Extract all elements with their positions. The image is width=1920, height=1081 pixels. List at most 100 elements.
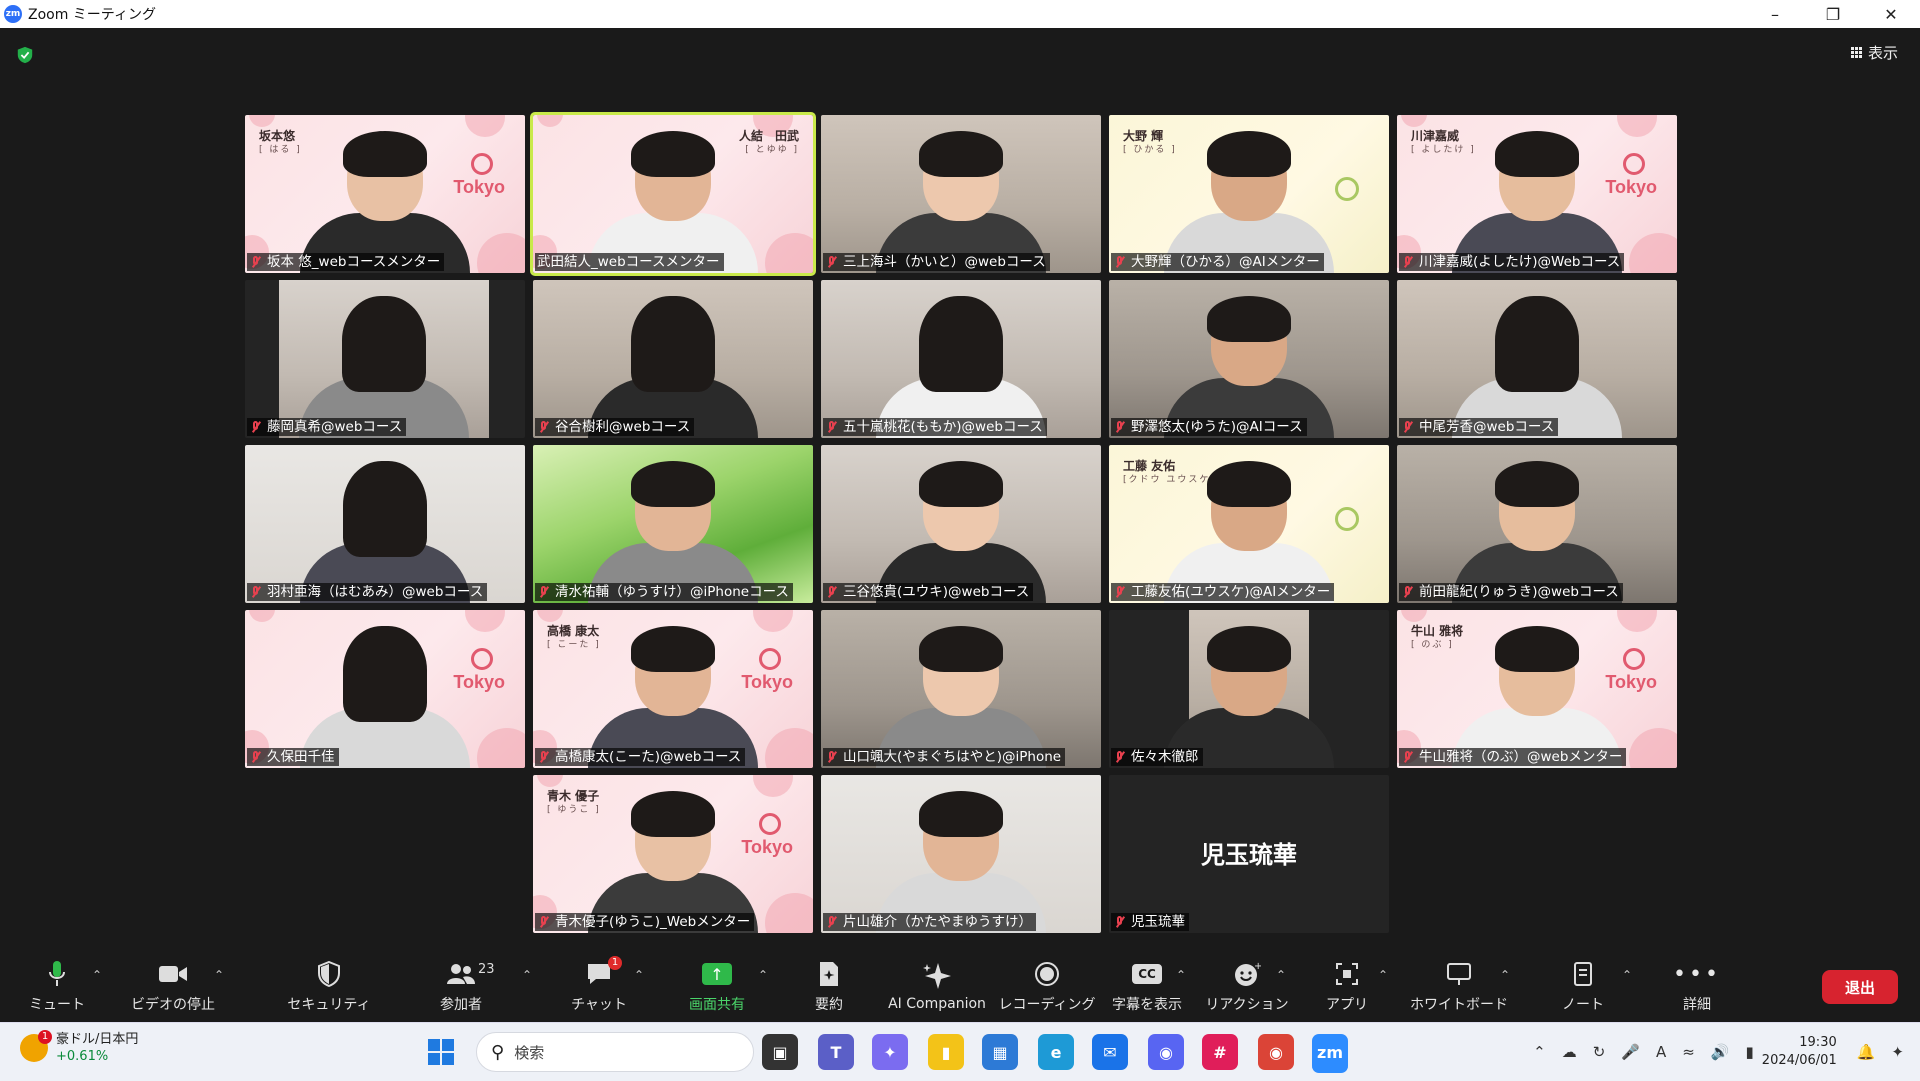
leave-button[interactable]: 退出 — [1822, 970, 1898, 1004]
participant-video-tile[interactable]: Tokyo 久保田千佳 — [245, 610, 525, 768]
share-options-caret[interactable]: ⌃ — [758, 968, 768, 982]
close-button[interactable]: ✕ — [1862, 0, 1920, 28]
participant-name: 山口颯大(やまぐちはやと)@iPhone — [843, 749, 1062, 765]
battery-icon[interactable]: ▮ — [1746, 1043, 1754, 1061]
apps-options-caret[interactable]: ⌃ — [1378, 968, 1388, 982]
ime-icon[interactable]: A — [1656, 1043, 1666, 1061]
participant-video-tile[interactable]: 谷合樹利@webコース — [533, 280, 813, 438]
volume-icon[interactable]: 🔊 — [1711, 1043, 1730, 1061]
slack-icon[interactable]: # — [1202, 1034, 1238, 1070]
participant-name: 武田結人_webコースメンター — [537, 254, 720, 270]
participants-button[interactable]: 23 参加者 — [406, 952, 516, 1022]
participant-video-tile[interactable]: 佐々木徹郎 — [1109, 610, 1389, 768]
notes-options-caret[interactable]: ⌃ — [1622, 968, 1632, 982]
apps-button[interactable]: アプリ — [1292, 952, 1402, 1022]
muted-mic-icon — [1113, 420, 1127, 434]
copilot-icon[interactable]: ✦ — [872, 1034, 908, 1070]
microsoft-store-icon[interactable]: ▦ — [982, 1034, 1018, 1070]
participant-video-tile[interactable]: 工藤 友佑 [クドウ ユウスケ] 工藤友佑(ユウスケ)@AIメンター — [1109, 445, 1389, 603]
participant-video-tile[interactable]: 大野 輝[ ひかる ] 大野輝（ひかる）@AIメンター — [1109, 115, 1389, 273]
ticker-widget[interactable]: 1 豪ドル/日本円 +0.61% — [20, 1030, 138, 1065]
chat-options-caret[interactable]: ⌃ — [634, 968, 644, 982]
background-decoration — [249, 610, 275, 622]
participant-name: 谷合樹利@webコース — [555, 419, 691, 435]
participant-video-tile[interactable]: 青木 優子[ ゆうこ ] Tokyo 青木優子(ゆうこ)_Webメンター — [533, 775, 813, 933]
sync-icon[interactable]: ↻ — [1593, 1043, 1606, 1061]
participants-options-caret[interactable]: ⌃ — [522, 968, 532, 982]
ticker-icon: 1 — [20, 1030, 52, 1062]
reactions-options-caret[interactable]: ⌃ — [1276, 968, 1286, 982]
background-logo-icon — [1335, 177, 1359, 201]
participant-video-tile[interactable]: 中尾芳香@webコース — [1397, 280, 1677, 438]
summary-button[interactable]: 要約 — [774, 952, 884, 1022]
whiteboard-button[interactable]: ホワイトボード — [1404, 952, 1514, 1022]
file-explorer-icon[interactable]: ▮ — [928, 1034, 964, 1070]
edge-browser-icon[interactable]: e — [1038, 1034, 1074, 1070]
participant-name: 五十嵐桃花(ももか)@webコース — [843, 419, 1043, 435]
participant-name-tag: 中尾芳香@webコース — [1399, 418, 1559, 436]
participant-video-tile[interactable]: 五十嵐桃花(ももか)@webコース — [821, 280, 1101, 438]
copilot-tray-icon[interactable]: ✦ — [1891, 1043, 1904, 1061]
background-decoration — [765, 893, 813, 933]
captions-button[interactable]: CC 字幕を表示 — [1092, 952, 1202, 1022]
onedrive-icon[interactable]: ☁ — [1562, 1043, 1577, 1061]
wifi-icon[interactable]: ≈ — [1682, 1043, 1695, 1061]
windows-start-icon[interactable] — [428, 1039, 454, 1065]
tray-overflow-chevron-icon[interactable]: ⌃ — [1533, 1043, 1546, 1061]
participant-video-tile[interactable]: 前田龍紀(りゅうき)@webコース — [1397, 445, 1677, 603]
chrome-icon[interactable]: ◉ — [1258, 1034, 1294, 1070]
teams-icon[interactable]: T — [818, 1034, 854, 1070]
mute-button[interactable]: ミュート — [2, 952, 112, 1022]
task-view-icon[interactable]: ▣ — [762, 1034, 798, 1070]
participant-video-tile[interactable]: 牛山 雅将[ のぶ ] Tokyo 牛山雅将（のぶ）@webメンター — [1397, 610, 1677, 768]
view-button[interactable]: 表示 — [1850, 42, 1898, 63]
background-decoration — [1617, 115, 1657, 137]
video-button[interactable]: ビデオの停止 — [118, 952, 228, 1022]
participant-video-tile[interactable]: 野澤悠太(ゆうた)@AIコース — [1109, 280, 1389, 438]
participant-video-tile[interactable]: 三上海斗（かいと）@webコース — [821, 115, 1101, 273]
chat-button[interactable]: 1 チャット — [544, 952, 654, 1022]
mail-icon[interactable]: ✉ — [1092, 1034, 1128, 1070]
participant-video-tile[interactable]: 児玉琉華 児玉琉華 — [1109, 775, 1389, 933]
participant-video-tile[interactable]: 坂本悠[ はる ] Tokyo 坂本 悠_webコースメンター — [245, 115, 525, 273]
encryption-shield-icon[interactable] — [16, 46, 34, 64]
share-screen-button[interactable]: ↑ 画面共有 — [662, 952, 772, 1022]
whiteboard-options-caret[interactable]: ⌃ — [1500, 968, 1510, 982]
participant-video-tile[interactable]: 片山雄介（かたやまゆうすけ） — [821, 775, 1101, 933]
reactions-button[interactable]: + リアクション — [1192, 952, 1302, 1022]
participant-name-tag: 山口颯大(やまぐちはやと)@iPhone — [823, 748, 1066, 766]
participant-name-tag: 片山雄介（かたやまゆうすけ） — [823, 913, 1036, 931]
mute-options-caret[interactable]: ⌃ — [92, 968, 102, 982]
notes-button[interactable]: ノート — [1528, 952, 1638, 1022]
minimize-button[interactable]: – — [1746, 0, 1804, 28]
clock[interactable]: 19:30 2024/06/01 — [1762, 1034, 1837, 1070]
captions-options-caret[interactable]: ⌃ — [1176, 968, 1186, 982]
participant-video-tile[interactable]: 人結 田武[ とゆゆ ] 武田結人_webコースメンター — [530, 112, 816, 276]
participant-video-tile[interactable]: 清水祐輔（ゆうすけ）@iPhoneコース — [533, 445, 813, 603]
restore-button[interactable]: ❐ — [1804, 0, 1862, 28]
background-decoration — [765, 233, 813, 273]
participant-video-tile[interactable]: 三谷悠貴(ユウキ)@webコース — [821, 445, 1101, 603]
microphone-tray-icon[interactable]: 🎤 — [1621, 1043, 1640, 1061]
summary-sparkle-doc-icon — [818, 960, 840, 988]
participant-video-tile[interactable]: 高橋 康太[ こーた ] Tokyo 高橋康太(こーた)@webコース — [533, 610, 813, 768]
video-options-caret[interactable]: ⌃ — [214, 968, 224, 982]
muted-mic-icon — [1113, 915, 1127, 929]
taskbar-search[interactable]: ⚲ 検索 — [476, 1032, 754, 1072]
discord-icon[interactable]: ◉ — [1148, 1034, 1184, 1070]
more-button[interactable]: ••• 詳細 — [1642, 952, 1752, 1022]
security-button[interactable]: セキュリティ — [274, 952, 384, 1022]
ai-companion-button[interactable]: AI Companion — [882, 952, 992, 1022]
participant-video-tile[interactable]: 藤岡真希@webコース — [245, 280, 525, 438]
participant-video-tile[interactable]: 川津嘉威[ よしたけ ] Tokyo 川津嘉威(よしたけ)@Webコース — [1397, 115, 1677, 273]
video-label: ビデオの停止 — [131, 997, 215, 1013]
participant-name: 片山雄介（かたやまゆうすけ） — [843, 914, 1032, 930]
muted-mic-icon — [825, 255, 839, 269]
notification-bell-icon[interactable]: 🔔 — [1857, 1043, 1876, 1061]
participant-video-tile[interactable]: 山口颯大(やまぐちはやと)@iPhone — [821, 610, 1101, 768]
recording-button[interactable]: レコーディング — [992, 952, 1102, 1022]
zoom-taskbar-icon[interactable]: zm — [1312, 1034, 1348, 1073]
participant-name-tag: 坂本 悠_webコースメンター — [247, 253, 445, 271]
participant-video-tile[interactable]: 羽村亜海（はむあみ）@webコース — [245, 445, 525, 603]
participant-name-tag: 五十嵐桃花(ももか)@webコース — [823, 418, 1047, 436]
